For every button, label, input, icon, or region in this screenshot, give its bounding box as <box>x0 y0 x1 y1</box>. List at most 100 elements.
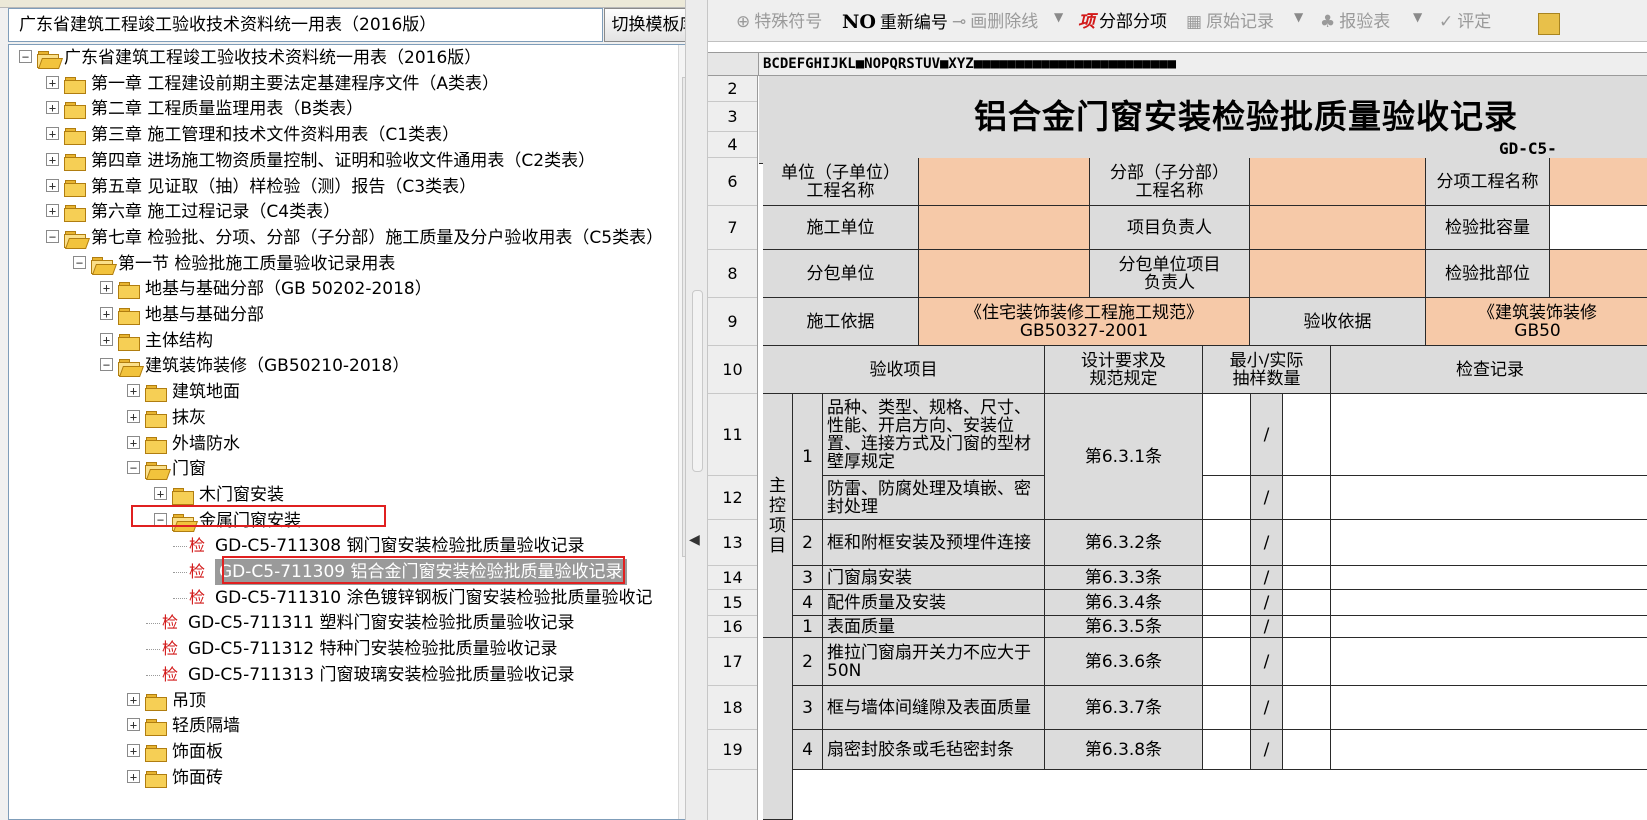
special-symbol-button[interactable]: ⊕ 特殊符号 <box>736 9 822 35</box>
tree-folder-item[interactable]: + 地基与基础分部 <box>9 302 679 328</box>
tree-record-item[interactable]: 检 GD-C5-711308 钢门窗安装检验批质量验收记录 <box>9 533 679 559</box>
row-number[interactable]: 3 <box>708 102 757 132</box>
expand-toggle-icon[interactable]: + <box>127 743 140 757</box>
row-number[interactable]: 16 <box>708 616 757 638</box>
actual-sample-cell[interactable] <box>1283 590 1331 616</box>
expand-toggle-icon[interactable]: + <box>46 101 59 115</box>
collapse-toggle-icon[interactable]: − <box>100 358 113 372</box>
acceptance-basis-value[interactable]: 《建筑装饰装修 GB50 <box>1426 298 1647 346</box>
division-project-value[interactable] <box>1250 158 1426 206</box>
row-number[interactable]: 10 <box>708 346 757 394</box>
row-number[interactable]: 18 <box>708 686 757 730</box>
tree-folder-item[interactable]: + 第二章 工程质量监理用表（B类表） <box>9 96 679 122</box>
construction-unit-value[interactable] <box>919 206 1090 250</box>
collapse-toggle-icon[interactable]: − <box>127 461 140 475</box>
evaluate-button[interactable]: ✓ 评定 <box>1439 9 1491 35</box>
export-icon[interactable] <box>1538 13 1560 35</box>
tree-folder-item[interactable]: + 第五章 见证取（抽）样检验（测）报告（C3类表） <box>9 174 679 200</box>
sub-manager-value[interactable] <box>1250 250 1426 298</box>
inspection-record-cell[interactable] <box>1331 730 1647 770</box>
batch-location-value[interactable] <box>1550 250 1647 298</box>
expand-toggle-icon[interactable]: + <box>46 75 59 89</box>
row-number[interactable]: 14 <box>708 566 757 590</box>
tree-folder-item[interactable]: − 门窗 <box>9 456 679 482</box>
inspection-record-cell[interactable] <box>1331 686 1647 730</box>
row-number[interactable]: 9 <box>708 298 757 346</box>
renumber-button[interactable]: NO 重新编号 <box>842 9 948 35</box>
tree-folder-item[interactable]: + 抹灰 <box>9 405 679 431</box>
tree-record-item[interactable]: 检 GD-C5-711313 门窗玻璃安装检验批质量验收记录 <box>9 662 679 688</box>
row-number[interactable]: 17 <box>708 638 757 686</box>
expand-toggle-icon[interactable]: + <box>46 152 59 166</box>
collapse-toggle-icon[interactable]: − <box>154 512 167 526</box>
row-number[interactable]: 12 <box>708 476 757 520</box>
tree-folder-item[interactable]: − 金属门窗安装 <box>9 508 679 534</box>
actual-sample-cell[interactable] <box>1283 520 1331 566</box>
tree-folder-item[interactable]: + 饰面砖 <box>9 765 679 791</box>
collapse-toggle-icon[interactable]: − <box>73 255 86 269</box>
original-record-dropdown-icon[interactable]: ▼ <box>1294 10 1303 24</box>
row-number[interactable]: 15 <box>708 590 757 616</box>
row-number[interactable]: 11 <box>708 394 757 476</box>
inspection-record-cell[interactable] <box>1331 638 1647 686</box>
tree-folder-item[interactable]: − 第七章 检验批、分项、分部（子分部）施工质量及分户验收用表（C5类表） <box>9 225 679 251</box>
row-number[interactable]: 2 <box>708 76 757 102</box>
project-manager-value[interactable] <box>1250 206 1426 250</box>
actual-sample-cell[interactable] <box>1283 638 1331 686</box>
collapse-toggle-icon[interactable]: − <box>19 50 32 63</box>
min-sample-cell[interactable] <box>1203 590 1251 616</box>
row-number[interactable]: 13 <box>708 520 757 566</box>
inspection-record-cell[interactable] <box>1331 616 1647 638</box>
min-sample-cell[interactable] <box>1203 730 1251 770</box>
construction-basis-value[interactable]: 《住宅装饰装修工程施工规范》 GB50327-2001 <box>919 298 1250 346</box>
tree-folder-item[interactable]: + 木门窗安装 <box>9 482 679 508</box>
unit-project-value[interactable] <box>919 158 1090 206</box>
expand-toggle-icon[interactable]: + <box>127 435 140 449</box>
min-sample-cell[interactable] <box>1203 520 1251 566</box>
min-sample-cell[interactable] <box>1203 686 1251 730</box>
row-number[interactable]: 6 <box>708 158 757 206</box>
item-project-value[interactable] <box>1550 158 1647 206</box>
row-number[interactable]: 4 <box>708 132 757 158</box>
template-tree[interactable]: − 广东省建筑工程竣工验收技术资料统一用表（2016版） + 第一章 工程建设前期主要… <box>8 44 708 820</box>
tree-record-item[interactable]: 检 GD-C5-711311 塑料门窗安装检验批质量验收记录 <box>9 610 679 636</box>
batch-capacity-value[interactable] <box>1550 206 1647 250</box>
expand-toggle-icon[interactable]: + <box>100 281 113 295</box>
expand-toggle-icon[interactable]: + <box>100 307 113 320</box>
expand-toggle-icon[interactable]: + <box>127 769 140 783</box>
min-sample-cell[interactable] <box>1203 616 1251 638</box>
actual-sample-cell[interactable] <box>1283 616 1331 638</box>
inspection-record-cell[interactable] <box>1331 394 1647 476</box>
inspection-record-cell[interactable] <box>1331 520 1647 566</box>
report-check-dropdown-icon[interactable]: ▼ <box>1413 10 1422 24</box>
spreadsheet-area[interactable]: BCDEFGHIJKL■NOPQRSTUV■XYZ■■■■■■■■■■■■■■■… <box>708 42 1647 820</box>
tree-folder-item[interactable]: + 第六章 施工过程记录（C4类表） <box>9 199 679 225</box>
strikethrough-dropdown-icon[interactable]: ▼ <box>1054 10 1063 24</box>
tree-folder-item[interactable]: − 第一节 检验批施工质量验收记录用表 <box>9 251 679 277</box>
form-grid[interactable]: 铝合金门窗安装检验批质量验收记录 GD-C5- 单位（子单位） 工程名称 分部（子… <box>759 76 1647 820</box>
tree-folder-item[interactable]: + 第四章 进场施工物资质量控制、证明和验收文件通用表（C2类表） <box>9 148 679 174</box>
min-sample-cell[interactable] <box>1203 566 1251 590</box>
pane-splitter[interactable]: ◀ <box>685 0 708 820</box>
collapse-arrow-icon[interactable]: ◀ <box>689 532 700 548</box>
original-record-button[interactable]: ▦ 原始记录 <box>1186 9 1274 35</box>
collapse-toggle-icon[interactable]: − <box>46 229 59 243</box>
tree-folder-item[interactable]: + 外墙防水 <box>9 431 679 457</box>
tree-folder-item[interactable]: + 地基与基础分部（GB 50202-2018） <box>9 276 679 302</box>
tree-folder-item[interactable]: + 第三章 施工管理和技术文件资料用表（C1类表） <box>9 122 679 148</box>
strikethrough-button[interactable]: ⊸ 画删除线 <box>952 9 1038 35</box>
expand-toggle-icon[interactable]: + <box>46 204 59 218</box>
actual-sample-cell[interactable] <box>1283 566 1331 590</box>
expand-toggle-icon[interactable]: + <box>46 178 59 192</box>
min-sample-cell[interactable] <box>1203 394 1251 476</box>
expand-toggle-icon[interactable]: + <box>127 409 140 423</box>
tree-record-item[interactable]: 检 GD-C5-711310 涂色镀锌钢板门窗安装检验批质量验收记 <box>9 585 679 611</box>
expand-toggle-icon[interactable]: + <box>127 384 140 398</box>
tree-folder-item[interactable]: + 建筑地面 <box>9 379 679 405</box>
row-number[interactable]: 8 <box>708 250 757 298</box>
expand-toggle-icon[interactable]: + <box>46 127 59 141</box>
tree-folder-item[interactable]: − 建筑装饰装修（GB50210-2018） <box>9 353 679 379</box>
sheet-corner-cell[interactable] <box>708 53 759 75</box>
tree-folder-item[interactable]: + 轻质隔墙 <box>9 713 679 739</box>
row-number[interactable]: 7 <box>708 206 757 250</box>
